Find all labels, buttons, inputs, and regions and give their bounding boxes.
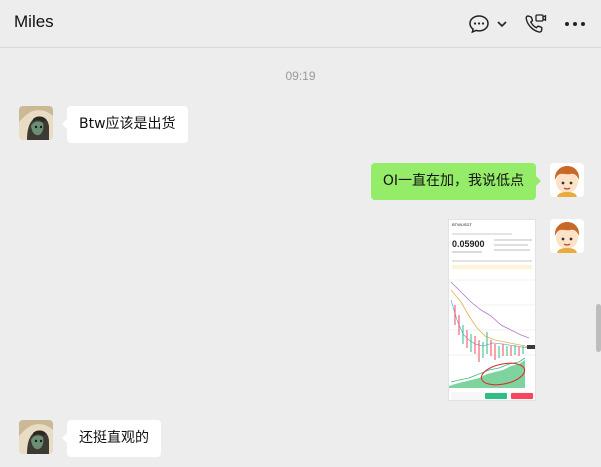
chat-header: Miles bbox=[0, 0, 601, 48]
screenshot-subtext bbox=[452, 251, 482, 253]
screenshot-chart bbox=[449, 279, 535, 388]
screenshot-sell-button bbox=[511, 393, 533, 399]
contact-avatar[interactable] bbox=[19, 420, 53, 454]
more-icon[interactable] bbox=[563, 12, 587, 36]
my-avatar[interactable] bbox=[550, 219, 584, 253]
scrollbar[interactable] bbox=[596, 304, 601, 352]
screenshot-price: 0.05900 bbox=[452, 239, 485, 249]
screenshot-footer bbox=[451, 392, 535, 400]
screenshot-indicator-row bbox=[452, 265, 532, 269]
screenshot-stats bbox=[494, 249, 530, 251]
screenshot-buy-button bbox=[485, 393, 507, 399]
screenshot-stats bbox=[494, 244, 528, 246]
my-avatar[interactable] bbox=[550, 163, 584, 197]
screenshot-symbol: BTWUSDT bbox=[452, 222, 472, 227]
chat-bubble-icon[interactable] bbox=[467, 12, 491, 36]
message-bubble[interactable]: Btw应该是出货 bbox=[62, 106, 188, 143]
chat-title: Miles bbox=[14, 12, 54, 31]
screenshot-tabs bbox=[452, 233, 512, 235]
message-timestamp: 09:19 bbox=[285, 69, 316, 83]
screenshot-toolbar bbox=[452, 260, 532, 262]
video-call-icon[interactable] bbox=[523, 12, 547, 36]
chevron-down-icon[interactable] bbox=[492, 12, 512, 36]
trading-chart-screenshot[interactable]: BTWUSDT 0.05900 bbox=[448, 219, 536, 401]
screenshot-stats bbox=[494, 239, 532, 241]
contact-avatar[interactable] bbox=[19, 106, 53, 140]
message-bubble[interactable]: 还挺直观的 bbox=[62, 420, 161, 457]
message-bubble[interactable]: OI一直在加，我说低点 bbox=[370, 163, 542, 200]
